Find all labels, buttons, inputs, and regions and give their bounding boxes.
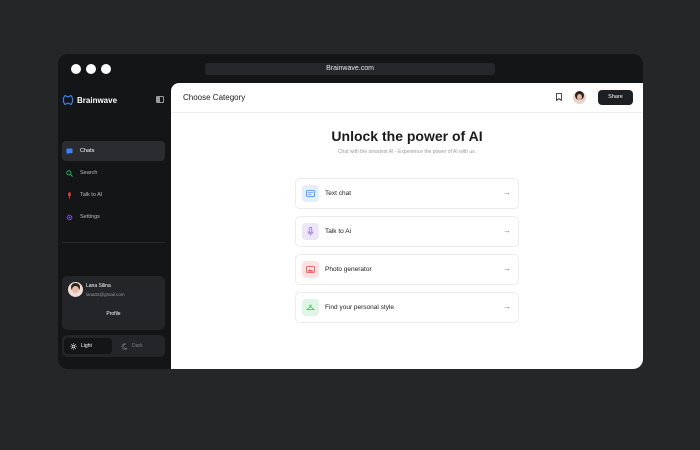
theme-dark-label: Dark [132,343,143,349]
sidebar: Brainwave Chats Search Talk to AI Settin… [58,83,171,369]
profile-button[interactable]: Profile [62,308,165,321]
sidebar-item-label: Settings [80,214,100,220]
brand-name: Brainwave [77,95,118,105]
theme-light-label: Light [81,343,92,349]
sidebar-item-settings[interactable]: Settings [62,207,165,227]
page-title: Choose Category [183,93,246,102]
hanger-icon [302,299,319,316]
bookmark-icon[interactable] [556,93,562,101]
sidebar-item-label: Search [80,170,98,176]
hero-subtitle: Chat with the smartest AI - Experience t… [337,149,477,155]
main-header: Choose Category Share [171,83,643,113]
arrow-right-icon: → [503,188,511,197]
sidebar-item-label: Talk to AI [80,192,103,198]
user-avatar[interactable] [573,91,586,104]
gear-icon [66,214,73,220]
sidebar-item-talk-to-ai[interactable]: Talk to AI [62,185,165,205]
share-button[interactable]: Share [598,90,633,105]
brand-logo[interactable]: Brainwave [62,93,117,107]
sidebar-item-search[interactable]: Search [62,163,165,183]
text-chat-icon [302,185,319,202]
sidebar-item-chats[interactable]: Chats [62,141,165,161]
window-minimize-dot[interactable] [86,64,96,74]
hero-title: Unlock the power of AI [331,128,483,144]
address-bar[interactable]: Brainwave.com [205,63,495,75]
category-talk-to-ai[interactable]: Talk to Ai → [295,216,519,247]
microphone-icon [302,223,319,240]
category-photo-generator[interactable]: Photo generator → [295,254,519,285]
sidebar-divider [62,242,165,243]
moon-icon [121,342,128,350]
microphone-icon [68,191,71,199]
category-label: Find your personal style [325,304,395,311]
theme-dark-option[interactable]: Dark [115,338,163,354]
arrow-right-icon: → [503,264,511,273]
window-maximize-dot[interactable] [101,64,111,74]
sidebar-nav: Chats Search Talk to AI Settings [62,141,165,229]
chat-icon [66,147,73,155]
category-personal-style[interactable]: Find your personal style → [295,292,519,323]
profile-name: Lana Silina [86,283,111,289]
main-panel: Choose Category Share Unlock the power o… [171,83,643,369]
sidebar-toggle-icon[interactable] [156,96,164,103]
profile-card: Lana Silina lana02@gmail.com Profile [62,276,165,330]
arrow-right-icon: → [503,302,511,311]
theme-toggle: Light Dark [62,335,165,357]
image-icon [302,261,319,278]
category-label: Talk to Ai [325,228,352,235]
category-list: Text chat → Talk to Ai → Photo generator… [295,178,519,330]
brainwave-logo-icon [62,94,74,106]
sun-icon [70,342,77,350]
sidebar-item-label: Chats [80,148,95,154]
avatar [68,282,83,297]
app-window: Brainwave.com Brainwave Chats Search Tal… [58,54,643,369]
title-bar: Brainwave.com [58,54,643,83]
category-label: Text chat [325,190,352,197]
category-label: Photo generator [325,266,372,273]
window-close-dot[interactable] [71,64,81,74]
category-text-chat[interactable]: Text chat → [295,178,519,209]
theme-light-option[interactable]: Light [64,338,112,354]
arrow-right-icon: → [503,226,511,235]
search-icon [66,169,73,177]
profile-email: lana02@gmail.com [86,292,125,297]
